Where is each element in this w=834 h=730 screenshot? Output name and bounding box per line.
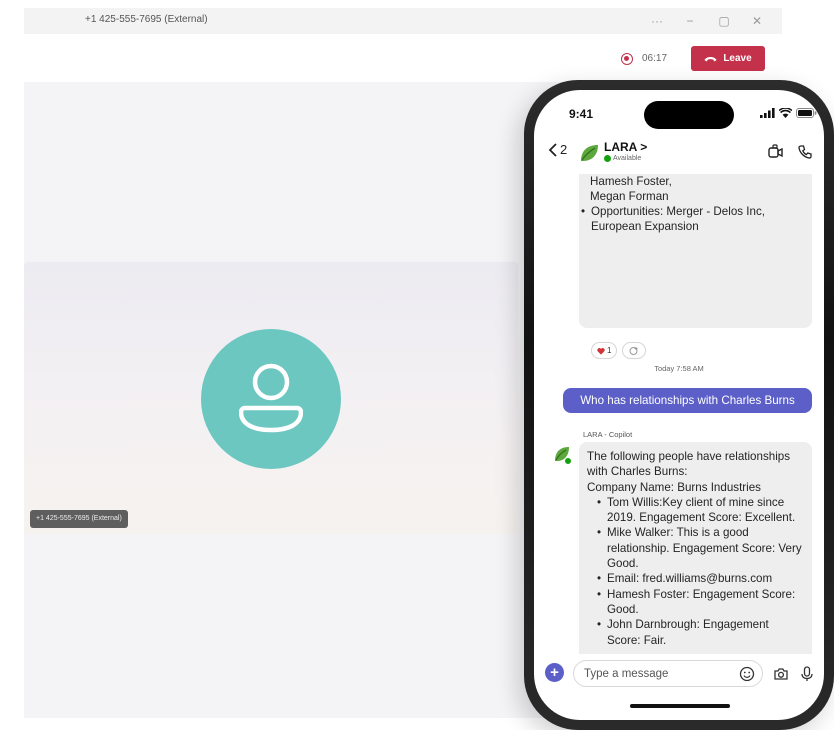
- message-bubble[interactable]: The following people have relationships …: [579, 442, 812, 654]
- leaf-icon: [581, 145, 598, 161]
- message-list[interactable]: Hamesh Foster, Megan Forman Opportunitie…: [534, 174, 824, 654]
- message-input[interactable]: [573, 660, 763, 687]
- list-item: Hamesh Foster: Engagement Score: Good.: [596, 587, 804, 618]
- list-item: John Darnbrough: Engagement Score: Fair.: [596, 617, 804, 648]
- camera-icon[interactable]: [773, 666, 789, 682]
- person-icon: [239, 363, 303, 433]
- video-call-icon[interactable]: [767, 144, 783, 160]
- chat-header: 2 LARA > Available: [534, 136, 824, 174]
- add-attachment-button[interactable]: +: [545, 663, 564, 682]
- status-time: 9:41: [569, 107, 594, 121]
- microphone-icon[interactable]: [800, 666, 814, 682]
- hang-up-icon: [704, 56, 717, 61]
- recording-icon: [621, 53, 633, 65]
- back-count: 2: [560, 142, 568, 157]
- minimize-icon[interactable]: −: [680, 11, 700, 31]
- list-item: Tom Willis:Key client of mine since 2019…: [596, 495, 804, 526]
- participant-tile[interactable]: +1 425-555-7695 (External): [24, 262, 518, 534]
- list-item: Opportunities: Merger - Delos Inc, Europ…: [580, 204, 800, 235]
- message-bullet-list: Tom Willis:Key client of mine since 2019…: [596, 495, 804, 648]
- dynamic-island: [644, 101, 734, 129]
- participant-avatar: [201, 329, 341, 469]
- sender-label: LARA - Copilot: [583, 430, 633, 439]
- emoji-icon[interactable]: [739, 666, 755, 682]
- presence-status: Available: [604, 155, 641, 162]
- message-line: Megan Forman: [590, 190, 669, 204]
- message-bullet-list: Opportunities: Merger - Delos Inc, Europ…: [580, 204, 800, 235]
- back-button[interactable]: 2: [548, 142, 567, 157]
- message-text: Hamesh Foster, Megan Forman: [590, 174, 800, 205]
- call-toolbar: 06:17 Leave: [24, 34, 782, 82]
- home-indicator[interactable]: [630, 704, 730, 708]
- timestamp: Today 7:58 AM: [654, 364, 704, 373]
- presence-dot: [604, 155, 611, 162]
- message-bubble[interactable]: Hamesh Foster, Megan Forman Opportunitie…: [579, 174, 812, 328]
- chevron-left-icon: [548, 142, 557, 157]
- more-options-icon[interactable]: ···: [647, 11, 667, 31]
- wifi-icon: [779, 108, 792, 118]
- leave-button[interactable]: Leave: [691, 46, 765, 71]
- battery-icon: [796, 108, 817, 118]
- add-reaction-button[interactable]: [622, 342, 647, 359]
- leave-label: Leave: [723, 53, 752, 64]
- outgoing-message[interactable]: Who has relationships with Charles Burns: [563, 388, 812, 413]
- message-company: Company Name: Burns Industries: [587, 480, 761, 494]
- restore-icon[interactable]: ▢: [714, 11, 734, 31]
- message-intro: The following people have relationships …: [587, 450, 791, 479]
- list-item: Mike Walker: This is a good relationship…: [596, 525, 804, 571]
- phone-call-icon[interactable]: [797, 144, 813, 160]
- phone-screen: 9:41 2 LARA > Available Hamesh Foster, M…: [534, 90, 824, 720]
- contact-name[interactable]: LARA >: [604, 140, 647, 154]
- participant-name-tag: +1 425-555-7695 (External): [30, 510, 128, 528]
- reaction-bar: 1: [591, 342, 647, 359]
- phone-frame: 9:41 2 LARA > Available Hamesh Foster, M…: [524, 80, 834, 730]
- reaction-count: 1: [607, 346, 612, 355]
- heart-reaction[interactable]: 1: [591, 342, 618, 359]
- title-bar: +1 425-555-7695 (External) ··· − ▢ ✕: [24, 8, 782, 34]
- add-reaction-icon: [629, 346, 638, 355]
- signal-icon: [760, 108, 775, 118]
- bot-leaf-icon: [555, 447, 572, 465]
- window-title: +1 425-555-7695 (External): [85, 14, 208, 25]
- heart-icon: [597, 347, 605, 355]
- close-icon[interactable]: ✕: [747, 11, 767, 31]
- compose-bar: +: [534, 654, 824, 694]
- list-item: Email: fred.williams@burns.com: [596, 571, 804, 587]
- status-icons: [760, 108, 817, 118]
- call-timer: 06:17: [642, 53, 668, 64]
- message-line: Hamesh Foster,: [590, 175, 672, 188]
- presence-label: Available: [613, 155, 642, 162]
